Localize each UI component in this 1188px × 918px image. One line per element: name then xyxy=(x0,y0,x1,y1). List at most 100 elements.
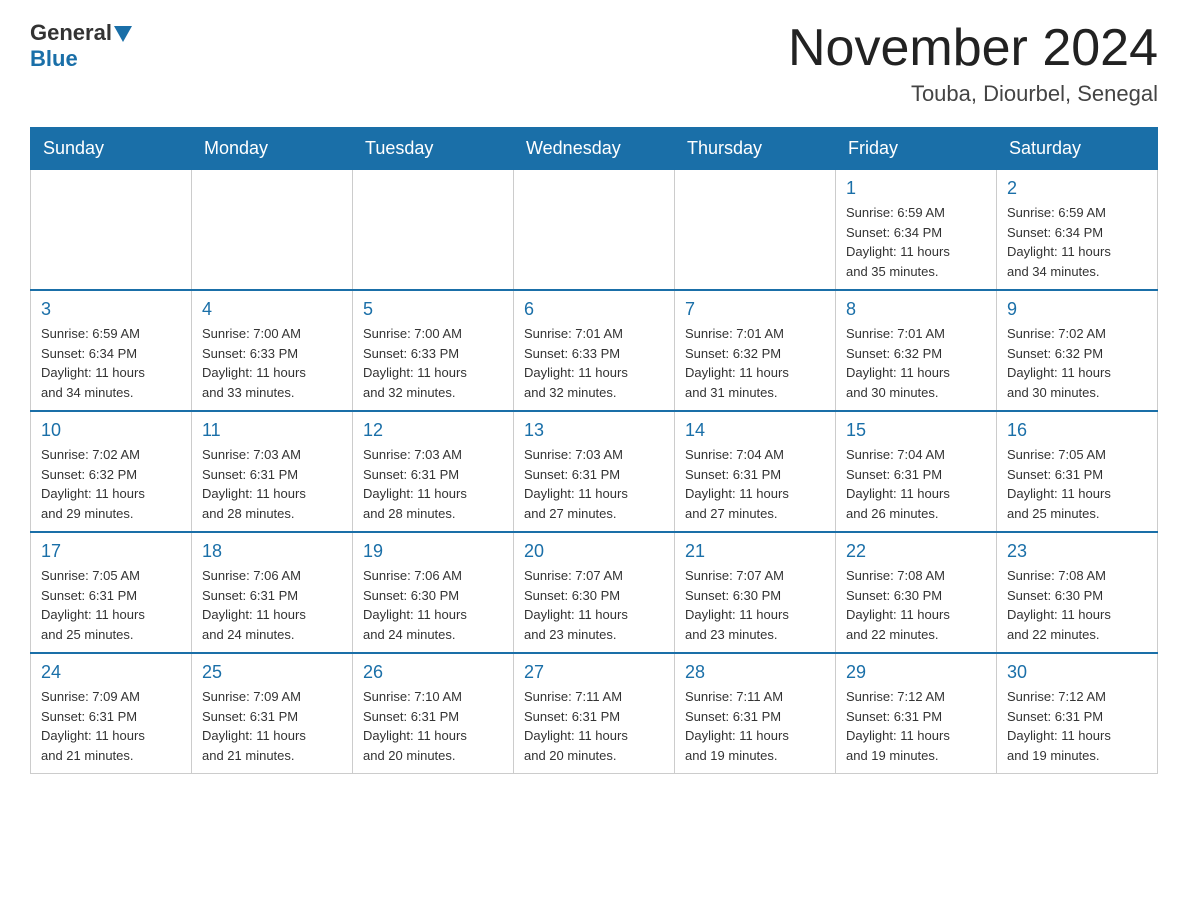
day-number: 12 xyxy=(363,420,503,441)
calendar-day-cell xyxy=(353,170,514,291)
calendar-header-row: SundayMondayTuesdayWednesdayThursdayFrid… xyxy=(31,128,1158,170)
day-info: Sunrise: 7:05 AM Sunset: 6:31 PM Dayligh… xyxy=(1007,445,1147,523)
logo-general-text: General xyxy=(30,20,112,46)
calendar-day-cell: 29 Sunrise: 7:12 AM Sunset: 6:31 PM Dayli… xyxy=(836,653,997,774)
calendar-table: SundayMondayTuesdayWednesdayThursdayFrid… xyxy=(30,127,1158,774)
weekday-header-monday: Monday xyxy=(192,128,353,170)
logo: General Blue xyxy=(30,20,132,72)
logo-arrow-icon xyxy=(114,26,132,42)
day-info: Sunrise: 7:01 AM Sunset: 6:33 PM Dayligh… xyxy=(524,324,664,402)
day-number: 20 xyxy=(524,541,664,562)
day-number: 10 xyxy=(41,420,181,441)
day-info: Sunrise: 7:03 AM Sunset: 6:31 PM Dayligh… xyxy=(363,445,503,523)
day-info: Sunrise: 7:11 AM Sunset: 6:31 PM Dayligh… xyxy=(685,687,825,765)
day-number: 24 xyxy=(41,662,181,683)
calendar-day-cell: 24 Sunrise: 7:09 AM Sunset: 6:31 PM Dayli… xyxy=(31,653,192,774)
day-info: Sunrise: 7:07 AM Sunset: 6:30 PM Dayligh… xyxy=(685,566,825,644)
day-info: Sunrise: 7:10 AM Sunset: 6:31 PM Dayligh… xyxy=(363,687,503,765)
location-subtitle: Touba, Diourbel, Senegal xyxy=(788,81,1158,107)
day-number: 16 xyxy=(1007,420,1147,441)
calendar-week-row: 10 Sunrise: 7:02 AM Sunset: 6:32 PM Dayli… xyxy=(31,411,1158,532)
day-info: Sunrise: 7:03 AM Sunset: 6:31 PM Dayligh… xyxy=(202,445,342,523)
day-number: 6 xyxy=(524,299,664,320)
calendar-day-cell: 16 Sunrise: 7:05 AM Sunset: 6:31 PM Dayli… xyxy=(997,411,1158,532)
day-info: Sunrise: 7:02 AM Sunset: 6:32 PM Dayligh… xyxy=(41,445,181,523)
day-number: 30 xyxy=(1007,662,1147,683)
weekday-header-friday: Friday xyxy=(836,128,997,170)
calendar-day-cell: 4 Sunrise: 7:00 AM Sunset: 6:33 PM Daylig… xyxy=(192,290,353,411)
calendar-day-cell xyxy=(192,170,353,291)
calendar-day-cell: 19 Sunrise: 7:06 AM Sunset: 6:30 PM Dayli… xyxy=(353,532,514,653)
weekday-header-tuesday: Tuesday xyxy=(353,128,514,170)
calendar-day-cell: 22Sunrise: 7:08 AM Sunset: 6:30 PM Dayli… xyxy=(836,532,997,653)
calendar-week-row: 3Sunrise: 6:59 AM Sunset: 6:34 PM Daylig… xyxy=(31,290,1158,411)
weekday-header-sunday: Sunday xyxy=(31,128,192,170)
calendar-day-cell: 8 Sunrise: 7:01 AM Sunset: 6:32 PM Daylig… xyxy=(836,290,997,411)
calendar-week-row: 1 Sunrise: 6:59 AM Sunset: 6:34 PM Daylig… xyxy=(31,170,1158,291)
day-number: 1 xyxy=(846,178,986,199)
weekday-header-wednesday: Wednesday xyxy=(514,128,675,170)
day-number: 17 xyxy=(41,541,181,562)
day-info: Sunrise: 7:12 AM Sunset: 6:31 PM Dayligh… xyxy=(846,687,986,765)
page-header: General Blue November 2024 Touba, Diourb… xyxy=(30,20,1158,107)
day-number: 21 xyxy=(685,541,825,562)
calendar-day-cell: 25 Sunrise: 7:09 AM Sunset: 6:31 PM Dayli… xyxy=(192,653,353,774)
calendar-week-row: 17 Sunrise: 7:05 AM Sunset: 6:31 PM Dayli… xyxy=(31,532,1158,653)
day-info: Sunrise: 7:08 AM Sunset: 6:30 PM Dayligh… xyxy=(1007,566,1147,644)
calendar-day-cell: 26 Sunrise: 7:10 AM Sunset: 6:31 PM Dayli… xyxy=(353,653,514,774)
calendar-day-cell: 14 Sunrise: 7:04 AM Sunset: 6:31 PM Dayli… xyxy=(675,411,836,532)
day-info: Sunrise: 7:12 AM Sunset: 6:31 PM Dayligh… xyxy=(1007,687,1147,765)
day-number: 26 xyxy=(363,662,503,683)
day-info: Sunrise: 7:01 AM Sunset: 6:32 PM Dayligh… xyxy=(685,324,825,402)
calendar-day-cell: 23 Sunrise: 7:08 AM Sunset: 6:30 PM Dayli… xyxy=(997,532,1158,653)
day-number: 15 xyxy=(846,420,986,441)
day-info: Sunrise: 7:04 AM Sunset: 6:31 PM Dayligh… xyxy=(685,445,825,523)
day-number: 13 xyxy=(524,420,664,441)
calendar-day-cell: 5Sunrise: 7:00 AM Sunset: 6:33 PM Daylig… xyxy=(353,290,514,411)
calendar-day-cell: 2Sunrise: 6:59 AM Sunset: 6:34 PM Daylig… xyxy=(997,170,1158,291)
day-number: 19 xyxy=(363,541,503,562)
day-number: 25 xyxy=(202,662,342,683)
calendar-day-cell: 6 Sunrise: 7:01 AM Sunset: 6:33 PM Daylig… xyxy=(514,290,675,411)
day-number: 7 xyxy=(685,299,825,320)
month-title: November 2024 xyxy=(788,20,1158,77)
day-info: Sunrise: 7:11 AM Sunset: 6:31 PM Dayligh… xyxy=(524,687,664,765)
day-info: Sunrise: 7:03 AM Sunset: 6:31 PM Dayligh… xyxy=(524,445,664,523)
day-number: 9 xyxy=(1007,299,1147,320)
day-info: Sunrise: 7:01 AM Sunset: 6:32 PM Dayligh… xyxy=(846,324,986,402)
day-number: 4 xyxy=(202,299,342,320)
calendar-day-cell: 1 Sunrise: 6:59 AM Sunset: 6:34 PM Daylig… xyxy=(836,170,997,291)
day-info: Sunrise: 6:59 AM Sunset: 6:34 PM Dayligh… xyxy=(41,324,181,402)
day-info: Sunrise: 7:06 AM Sunset: 6:31 PM Dayligh… xyxy=(202,566,342,644)
day-number: 14 xyxy=(685,420,825,441)
calendar-day-cell: 10 Sunrise: 7:02 AM Sunset: 6:32 PM Dayli… xyxy=(31,411,192,532)
day-info: Sunrise: 7:07 AM Sunset: 6:30 PM Dayligh… xyxy=(524,566,664,644)
day-info: Sunrise: 6:59 AM Sunset: 6:34 PM Dayligh… xyxy=(1007,203,1147,281)
calendar-day-cell: 7 Sunrise: 7:01 AM Sunset: 6:32 PM Daylig… xyxy=(675,290,836,411)
calendar-week-row: 24 Sunrise: 7:09 AM Sunset: 6:31 PM Dayli… xyxy=(31,653,1158,774)
day-info: Sunrise: 7:09 AM Sunset: 6:31 PM Dayligh… xyxy=(41,687,181,765)
day-number: 18 xyxy=(202,541,342,562)
day-number: 28 xyxy=(685,662,825,683)
day-info: Sunrise: 7:09 AM Sunset: 6:31 PM Dayligh… xyxy=(202,687,342,765)
day-info: Sunrise: 7:00 AM Sunset: 6:33 PM Dayligh… xyxy=(202,324,342,402)
weekday-header-thursday: Thursday xyxy=(675,128,836,170)
day-number: 23 xyxy=(1007,541,1147,562)
calendar-day-cell: 3Sunrise: 6:59 AM Sunset: 6:34 PM Daylig… xyxy=(31,290,192,411)
calendar-day-cell xyxy=(675,170,836,291)
day-number: 29 xyxy=(846,662,986,683)
title-section: November 2024 Touba, Diourbel, Senegal xyxy=(788,20,1158,107)
calendar-day-cell: 17 Sunrise: 7:05 AM Sunset: 6:31 PM Dayli… xyxy=(31,532,192,653)
calendar-day-cell: 27Sunrise: 7:11 AM Sunset: 6:31 PM Dayli… xyxy=(514,653,675,774)
day-number: 8 xyxy=(846,299,986,320)
day-info: Sunrise: 7:06 AM Sunset: 6:30 PM Dayligh… xyxy=(363,566,503,644)
day-info: Sunrise: 7:02 AM Sunset: 6:32 PM Dayligh… xyxy=(1007,324,1147,402)
calendar-day-cell xyxy=(31,170,192,291)
day-info: Sunrise: 6:59 AM Sunset: 6:34 PM Dayligh… xyxy=(846,203,986,281)
calendar-day-cell xyxy=(514,170,675,291)
day-info: Sunrise: 7:05 AM Sunset: 6:31 PM Dayligh… xyxy=(41,566,181,644)
day-number: 5 xyxy=(363,299,503,320)
day-number: 22 xyxy=(846,541,986,562)
calendar-day-cell: 28 Sunrise: 7:11 AM Sunset: 6:31 PM Dayli… xyxy=(675,653,836,774)
calendar-day-cell: 30 Sunrise: 7:12 AM Sunset: 6:31 PM Dayli… xyxy=(997,653,1158,774)
